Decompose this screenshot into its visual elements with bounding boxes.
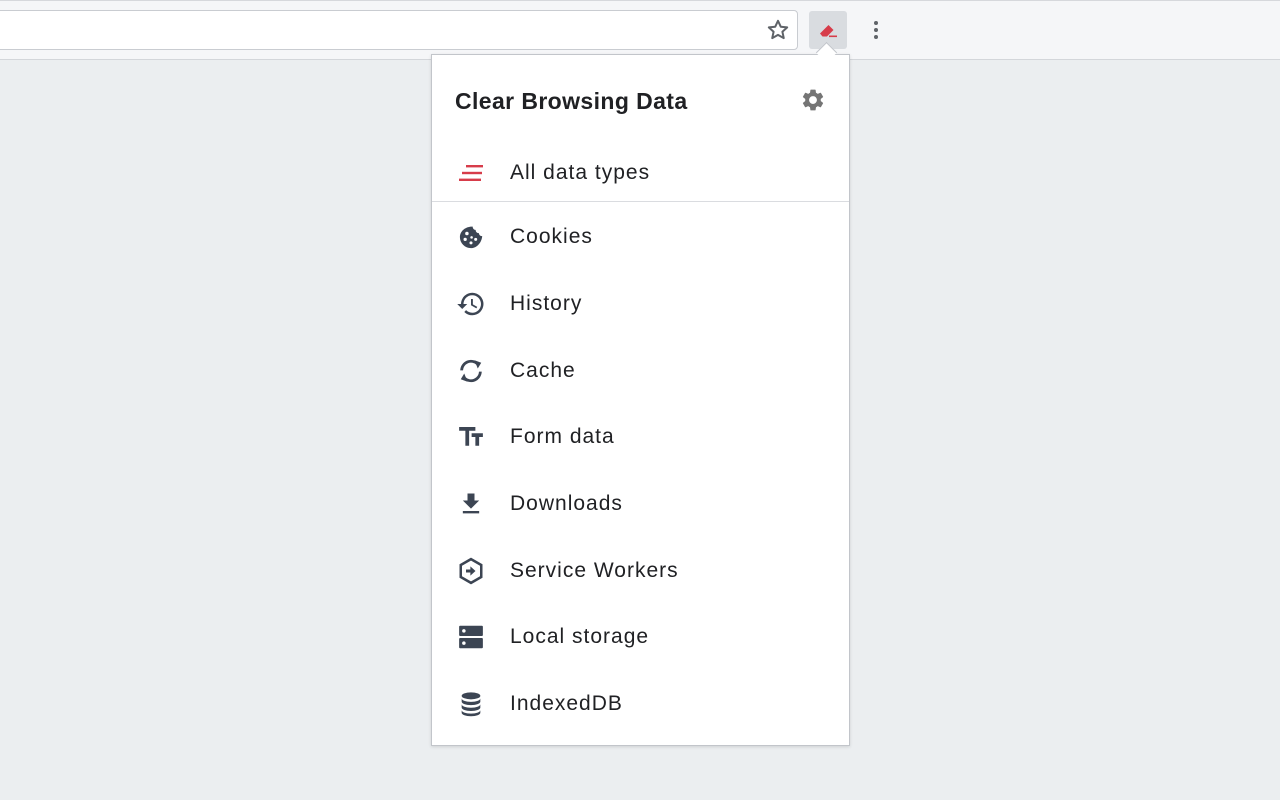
- data-type-list: Cookies History Cache Form data Download…: [432, 202, 849, 738]
- data-type-label: History: [510, 292, 583, 316]
- data-type-label: Cookies: [510, 225, 593, 249]
- settings-button[interactable]: [798, 85, 828, 115]
- vertical-dots-icon: [874, 21, 878, 39]
- bookmark-star-button[interactable]: [764, 16, 792, 44]
- star-icon: [767, 19, 789, 40]
- data-type-item-cookies[interactable]: Cookies: [432, 204, 849, 271]
- data-type-label: Service Workers: [510, 558, 679, 582]
- data-type-item-cache[interactable]: Cache: [432, 337, 849, 404]
- data-type-label: Cache: [510, 358, 576, 382]
- data-type-label: IndexedDB: [510, 692, 623, 716]
- data-type-item-history[interactable]: History: [432, 271, 849, 338]
- browser-toolbar: [0, 0, 1280, 60]
- service-worker-icon: [455, 555, 487, 587]
- cookie-icon: [455, 221, 487, 253]
- stacked-lines-icon: [455, 157, 487, 189]
- download-icon: [455, 488, 487, 520]
- data-type-label: Downloads: [510, 492, 623, 516]
- storage-icon: [455, 621, 487, 653]
- data-type-item-downloads[interactable]: Downloads: [432, 471, 849, 538]
- all-data-types-item[interactable]: All data types: [432, 145, 849, 201]
- data-type-item-local-storage[interactable]: Local storage: [432, 604, 849, 671]
- data-type-label: Form data: [510, 425, 615, 449]
- popup-title: Clear Browsing Data: [455, 88, 688, 114]
- data-type-label: Local storage: [510, 625, 650, 649]
- all-data-types-label: All data types: [510, 161, 651, 184]
- toolbar-top-border: [0, 0, 1280, 1]
- cache-sync-icon: [455, 355, 487, 387]
- gear-icon: [802, 89, 824, 111]
- browser-menu-button[interactable]: [862, 16, 890, 44]
- data-type-item-form-data[interactable]: Form data: [432, 404, 849, 471]
- database-icon: [455, 688, 487, 720]
- eraser-icon: [820, 25, 837, 38]
- address-bar[interactable]: [0, 10, 798, 50]
- data-type-item-indexeddb[interactable]: IndexedDB: [432, 671, 849, 738]
- data-type-item-service-workers[interactable]: Service Workers: [432, 537, 849, 604]
- clear-browsing-data-popup: Clear Browsing Data All data types Cooki…: [431, 54, 850, 746]
- text-fields-icon: [455, 421, 487, 453]
- history-icon: [455, 288, 487, 320]
- popup-header: Clear Browsing Data: [432, 55, 849, 145]
